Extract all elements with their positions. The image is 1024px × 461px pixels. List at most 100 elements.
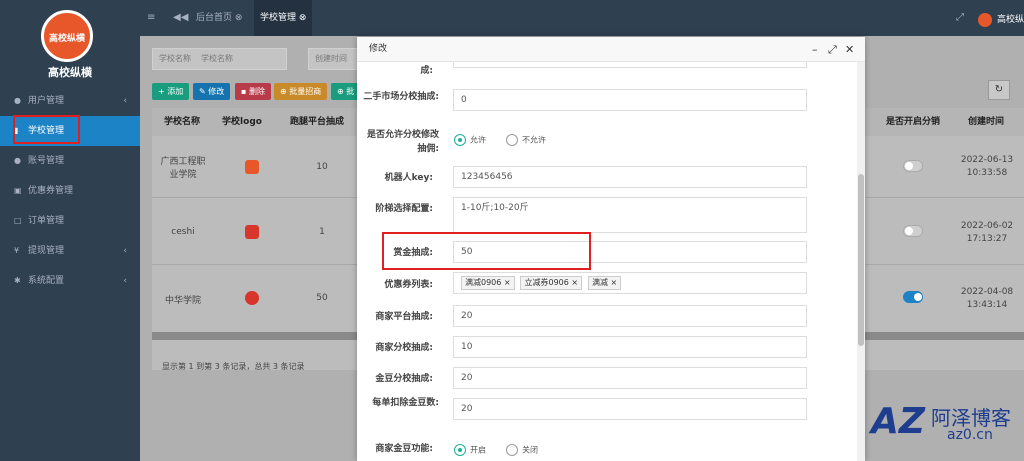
tab-home[interactable]: 后台首页 ⊗ [196, 0, 242, 36]
table-header[interactable]: 创建时间 [948, 108, 1024, 136]
app-logo: 高校纵横 [41, 10, 93, 62]
minimize-icon[interactable]: – [812, 37, 818, 62]
tier-textarea[interactable]: 1-10斤;10-20斤 [453, 197, 807, 233]
watermark-logo: AZ [871, 401, 925, 442]
sidebar-item-coupon[interactable]: ▣ 优惠券管理 [0, 176, 140, 206]
distribution-toggle[interactable] [903, 160, 923, 172]
maximize-icon[interactable]: ⤢ [828, 37, 837, 62]
button-label: 批 [346, 87, 355, 96]
sidebar-item-label: 账号管理 [28, 156, 65, 166]
sidebar-item-label: 优惠券管理 [28, 186, 74, 196]
cut-input[interactable] [453, 62, 807, 68]
radio-label: 关闭 [522, 445, 538, 455]
top-bar: ≡ ◀◀ 后台首页 ⊗ 学校管理 ⊗ ⤢ 高校纵 [140, 0, 1024, 36]
batch-button[interactable]: ⊕ 批量招商 [274, 83, 328, 100]
edit-button[interactable]: ✎ 修改 [193, 83, 231, 100]
field-label: 商家分校抽成: [375, 343, 433, 353]
table-header[interactable]: 跑腿平台抽成 [272, 108, 362, 136]
tag-label: 立减券0906 [524, 278, 569, 287]
coupon-select[interactable]: 满减0906 × 立减券0906 × 满减 × [453, 272, 807, 294]
chevron-left-icon: ‹ [123, 96, 127, 106]
field-label: 优惠券列表: [384, 280, 433, 290]
cell-fee: 10 [316, 162, 328, 172]
scrollbar-thumb[interactable] [858, 174, 864, 346]
highlight-box-bounty [382, 232, 591, 270]
gear-icon: ✱ [14, 276, 21, 285]
search-placeholder: 学校名称 [201, 54, 233, 63]
sidebar-item-withdraw[interactable]: ¥ 提现管理 ‹ [0, 236, 140, 266]
user-menu[interactable]: 高校纵 [977, 12, 1024, 27]
table-header[interactable]: 是否开启分销 [878, 108, 948, 136]
merchant-platform-input[interactable]: 20 [453, 305, 807, 327]
radio-label: 开启 [470, 445, 486, 455]
distribution-toggle[interactable] [903, 225, 923, 237]
sidebar-item-order[interactable]: □ 订单管理 [0, 206, 140, 236]
coupon-tag[interactable]: 立减券0906 × [520, 276, 583, 290]
search-label: 学校名称 [159, 54, 191, 63]
radio-unchecked-icon [506, 444, 518, 456]
field-label: 是否允许分校修改抽佣: [366, 130, 439, 154]
chevron-left-icon: ‹ [123, 246, 127, 256]
fullscreen-icon[interactable]: ⤢ [956, 12, 964, 23]
allow-yes-radio[interactable]: 允许 [454, 134, 486, 146]
cell-fee: 50 [316, 293, 328, 303]
button-label: 添加 [167, 87, 184, 96]
gold-off-radio[interactable]: 关闭 [506, 444, 538, 456]
field-label: 金豆分校抽成: [375, 374, 433, 384]
market-input[interactable]: 0 [453, 89, 807, 111]
sidebar-item-label: 系统配置 [28, 276, 65, 286]
radio-checked-icon [454, 134, 466, 146]
field-label: 每单扣除金豆数: [372, 398, 439, 408]
delete-button[interactable]: ▪ 删除 [235, 83, 271, 100]
button-label: 修改 [208, 87, 225, 96]
more-button[interactable]: ⊕ 批 [331, 83, 361, 100]
allow-no-radio[interactable]: 不允许 [506, 134, 546, 146]
cell-date: 2022-04-08 [960, 287, 1014, 297]
radio-checked-icon [454, 444, 466, 456]
modal-title: 修改 [369, 44, 388, 54]
back-icon[interactable]: ◀◀ [173, 12, 188, 23]
sidebar-item-user[interactable]: ● 用户管理 ‹ [0, 86, 140, 116]
table-header[interactable]: 学校logo [212, 108, 272, 136]
sidebar-item-config[interactable]: ✱ 系统配置 ‹ [0, 266, 140, 296]
coupon-icon: ▣ [14, 186, 22, 195]
modal-scrollbar[interactable] [857, 62, 865, 461]
menu-toggle-icon[interactable]: ≡ [147, 12, 155, 23]
cell-time: 17:13:27 [966, 234, 1008, 244]
field-label: 商家平台抽成: [375, 312, 433, 322]
deduct-gold-input[interactable]: 20 [453, 398, 807, 420]
add-button[interactable]: + 添加 [152, 83, 190, 100]
school-logo [245, 291, 259, 305]
sidebar-item-label: 用户管理 [28, 96, 65, 106]
close-icon[interactable]: ✕ [845, 37, 854, 62]
coupon-tag[interactable]: 满减0906 × [461, 276, 515, 290]
tab-label: 后台首页 [196, 13, 233, 23]
coupon-tag[interactable]: 满减 × [587, 276, 622, 290]
gold-school-input[interactable]: 20 [453, 367, 807, 389]
button-label: 批量招商 [289, 87, 322, 96]
close-icon[interactable]: ⊗ [299, 13, 307, 23]
yen-icon: ¥ [14, 246, 20, 255]
highlight-box-sidebar [13, 115, 80, 144]
refresh-button[interactable]: ↻ [988, 80, 1010, 100]
cell-school-name: 中华学院 [164, 296, 201, 306]
field-label: 成: [420, 66, 433, 76]
robot-key-input[interactable]: 123456456 [453, 166, 807, 188]
close-icon[interactable]: ⊗ [235, 13, 243, 23]
table-header[interactable]: 学校名称 [152, 108, 212, 136]
sidebar-item-account[interactable]: ● 账号管理 [0, 146, 140, 176]
merchant-school-input[interactable]: 10 [453, 336, 807, 358]
sidebar-item-label: 订单管理 [28, 216, 65, 226]
cell-date: 2022-06-02 [960, 221, 1014, 231]
sidebar: 高校纵横 高校纵横 ● 用户管理 ‹ ▮ 学校管理 ● 账号管理 ▣ 优惠券管理 □ 订单管… [0, 0, 140, 461]
field-label: 商家金豆功能: [375, 444, 433, 454]
table-footer: 显示第 1 到第 3 条记录，总共 3 条记录 [162, 362, 305, 371]
button-label: 删除 [248, 87, 265, 96]
distribution-toggle[interactable] [903, 291, 923, 303]
cell-fee: 1 [319, 227, 325, 237]
school-logo [245, 225, 259, 239]
cell-time: 13:43:14 [966, 300, 1008, 310]
search-school-field[interactable]: 学校名称 学校名称 [152, 48, 287, 70]
tab-school[interactable]: 学校管理 ⊗ [254, 0, 313, 36]
gold-on-radio[interactable]: 开启 [454, 444, 486, 456]
